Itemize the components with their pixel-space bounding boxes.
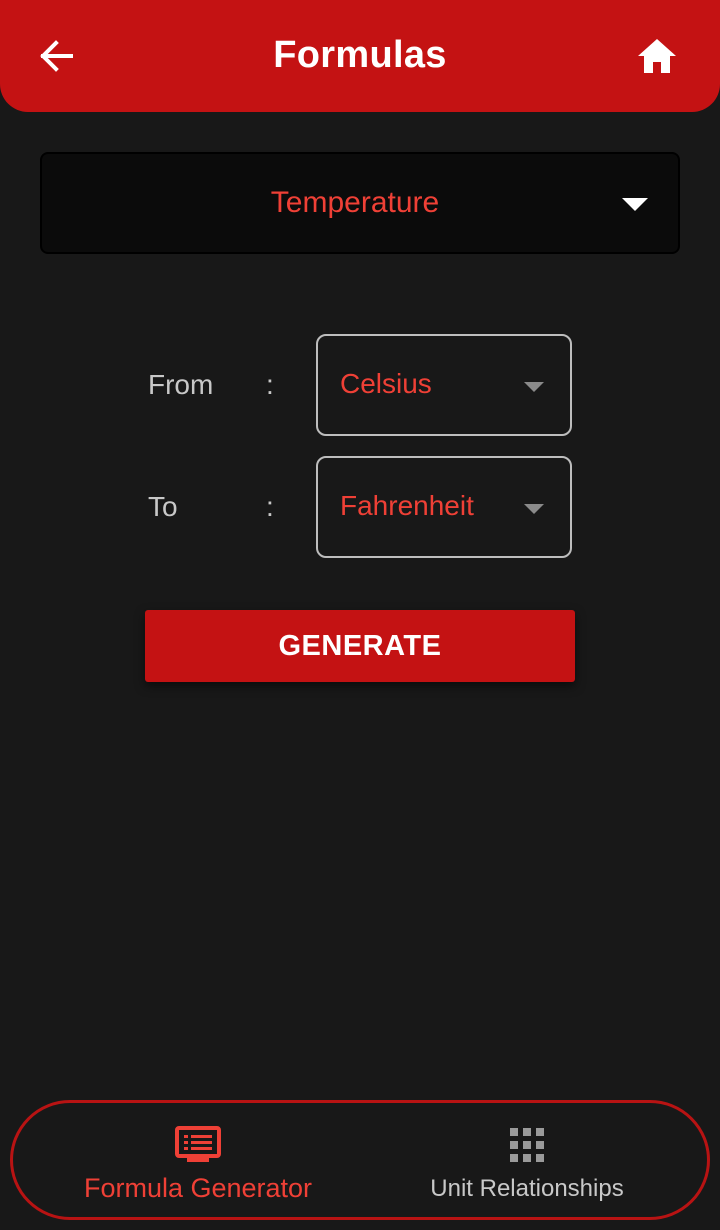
chevron-down-icon <box>524 504 544 514</box>
from-separator: : <box>266 369 274 400</box>
category-selected-value: Temperature <box>270 186 440 219</box>
from-label: From <box>148 369 214 400</box>
nav-label-formula-generator: Formula Generator <box>83 1173 313 1203</box>
from-unit-select[interactable]: Celsius <box>316 334 572 436</box>
to-separator: : <box>266 491 274 522</box>
nav-item-formula-generator[interactable]: Formula Generator <box>53 1103 343 1217</box>
to-unit-value: Fahrenheit <box>340 490 474 521</box>
to-unit-select[interactable]: Fahrenheit <box>316 456 572 558</box>
home-button[interactable] <box>634 34 680 78</box>
app-bar: Formulas <box>0 0 720 112</box>
nav-item-unit-relationships[interactable]: Unit Relationships <box>387 1103 667 1217</box>
grid-icon <box>510 1128 544 1162</box>
bottom-navigation: Formula Generator Unit Relationships <box>10 1100 710 1220</box>
chevron-down-icon <box>524 382 544 392</box>
home-icon <box>638 39 676 73</box>
generate-button[interactable]: GENERATE <box>145 610 575 682</box>
nav-label-unit-relationships: Unit Relationships <box>430 1175 624 1202</box>
dropdown-caret-icon <box>622 198 648 211</box>
category-dropdown[interactable]: Temperature <box>40 152 680 254</box>
to-label: To <box>148 491 178 522</box>
from-unit-value: Celsius <box>340 368 432 399</box>
formula-list-icon <box>175 1126 221 1162</box>
page-title: Formulas <box>273 34 447 76</box>
